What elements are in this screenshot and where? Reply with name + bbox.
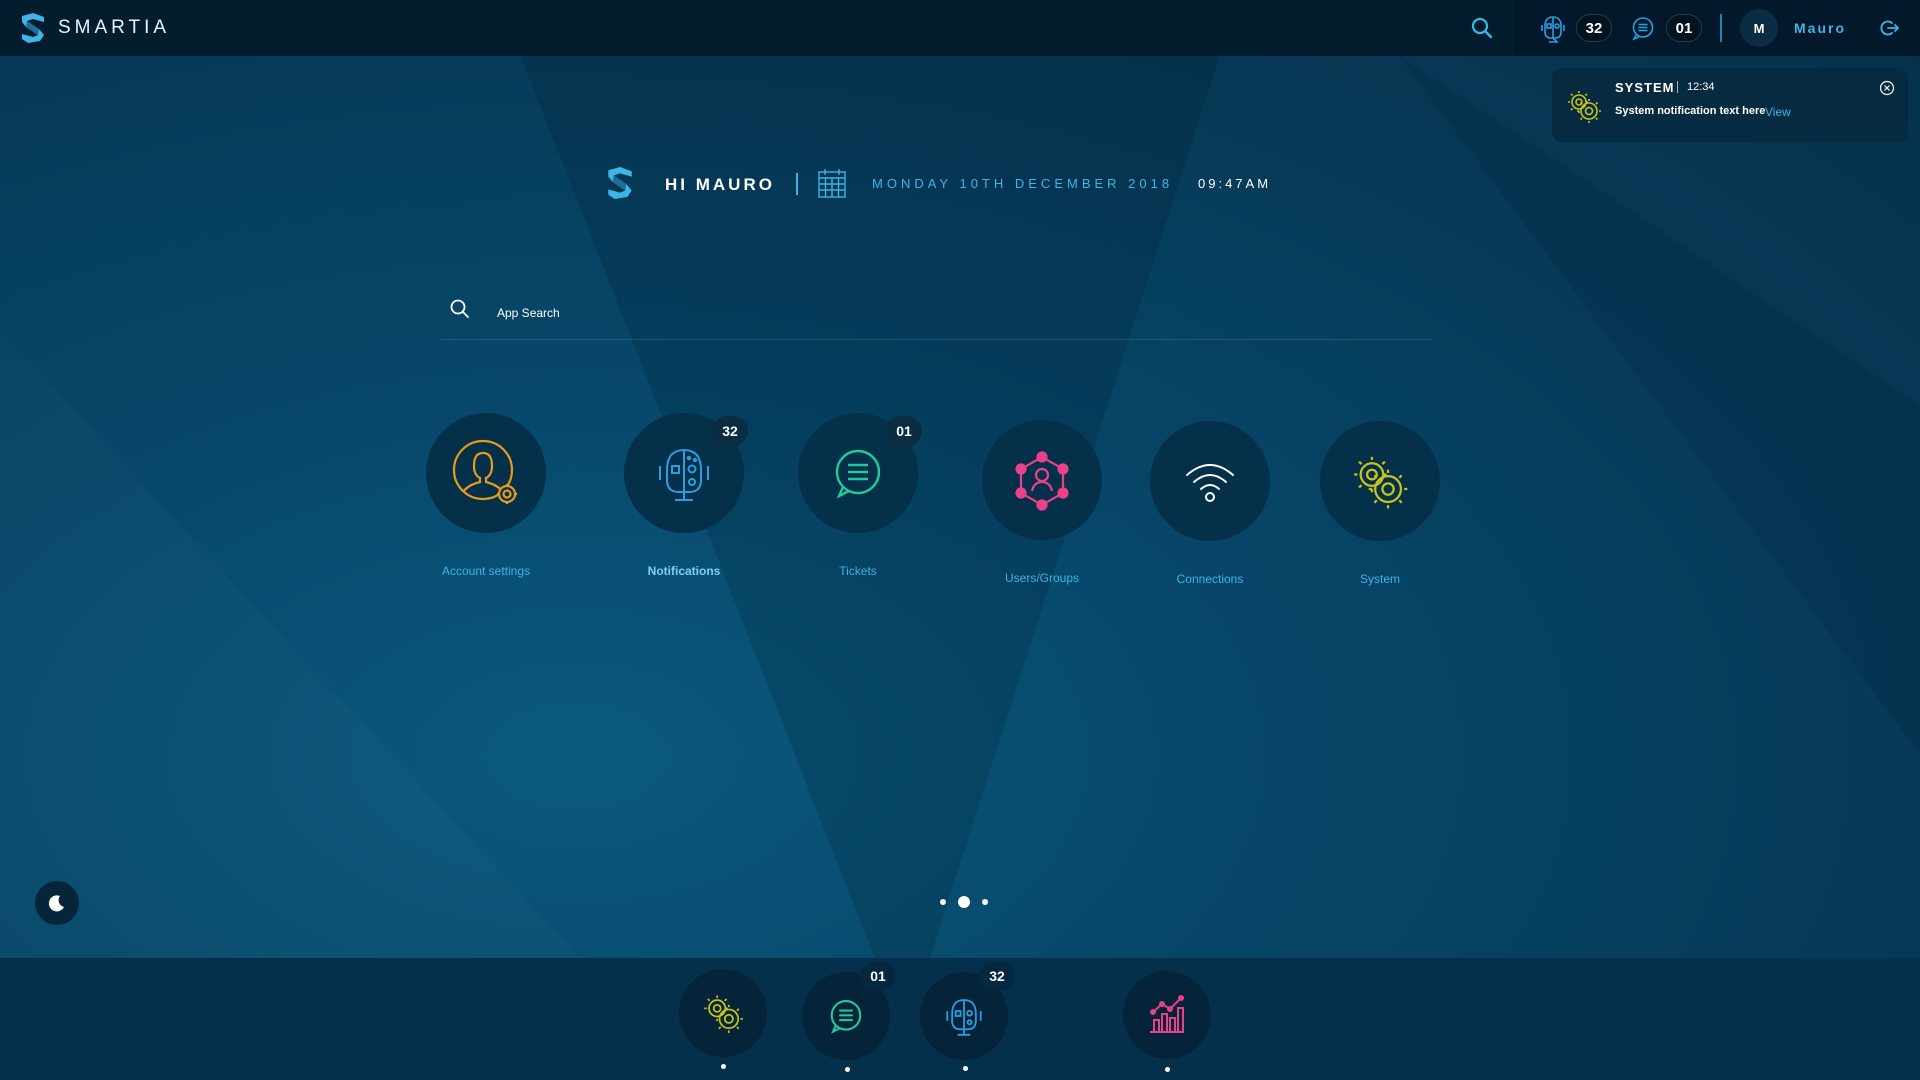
topbar-divider [1720,14,1722,42]
app-notifications-circle[interactable]: 32 [624,413,748,533]
app-search-input[interactable] [497,299,1097,327]
dock: 01 32 [0,958,1920,1080]
notifications-count[interactable]: 32 [1576,14,1612,42]
top-right-panel: 32 01 M Mauro [1514,0,1920,56]
toast-message: System notification text here [1615,105,1766,117]
app-users-groups[interactable]: Users/Groups [952,420,1132,585]
close-icon[interactable] [1879,80,1895,96]
chat-bubble-icon[interactable] [1626,11,1660,45]
app-users-groups-circle[interactable] [982,420,1102,540]
top-bar: SMARTIA 32 01 M Mauro [0,0,1920,56]
page-dot-1[interactable] [940,899,946,905]
wifi-icon [1186,464,1234,502]
smartia-logo-icon [22,13,44,43]
app-notifications[interactable]: 32 Notifications [594,413,774,578]
search-icon[interactable] [1470,16,1494,40]
logout-icon[interactable] [1880,18,1900,38]
app-label: Notifications [647,564,721,578]
page-dot-2[interactable] [958,896,970,908]
gears-icon [1354,456,1408,509]
notifications-badge: 32 [979,962,1015,990]
app-label: Account settings [441,564,531,578]
tickets-badge: 01 [886,416,922,446]
toast-view-link[interactable]: View [1765,105,1791,119]
current-date: MONDAY 10TH DECEMBER 2018 [872,176,1174,191]
app-account-settings[interactable]: Account settings [396,413,576,578]
brand-name: SMARTIA [58,17,171,38]
app-search-bar [441,290,1433,340]
gears-icon [1568,91,1601,123]
page-dot-3[interactable] [982,899,988,905]
account-settings-icon [452,439,517,504]
current-time: 09:47AM [1198,176,1272,191]
app-tickets-circle[interactable]: 01 [798,413,922,533]
toast-separator [1677,81,1678,93]
dock-indicator [1165,1067,1170,1072]
app-label: Connections [1176,572,1244,586]
system-notification-toast: SYSTEM 12:34 System notification text he… [1552,68,1908,142]
moon-icon [48,895,64,912]
gears-icon [704,995,743,1033]
greeting-divider [796,173,798,195]
avatar[interactable]: M [1740,9,1778,47]
dock-item-analytics[interactable] [1123,971,1211,1059]
app-account-settings-circle[interactable] [426,413,546,533]
chat-bubble-icon [830,1000,862,1034]
brand-logo[interactable]: SMARTIA [18,12,170,44]
app-tickets[interactable]: 01 Tickets [768,413,948,578]
greeting-text: HI MAURO [665,175,775,194]
user-name[interactable]: Mauro [1794,20,1846,36]
app-label: Users/Groups [1004,571,1080,585]
dark-mode-toggle[interactable] [35,881,79,925]
app-connections-circle[interactable] [1150,421,1270,541]
tickets-badge: 01 [860,962,896,990]
toast-time: 12:34 [1687,81,1715,93]
search-icon[interactable] [448,297,472,321]
analytics-chart-icon [1150,995,1184,1033]
app-connections[interactable]: Connections [1120,421,1300,586]
app-label: System [1359,572,1400,586]
chat-bubble-icon [835,449,881,499]
app-label: Tickets [839,564,877,578]
tickets-count[interactable]: 01 [1666,14,1702,42]
greeting-bar: HI MAURO MONDAY 10TH DECEMBER 2018 09:47… [604,163,1304,203]
robot-head-icon [659,448,709,501]
smartia-logo-icon [608,167,632,199]
robot-head-icon [946,999,982,1036]
app-system[interactable]: System [1290,421,1470,586]
app-system-circle[interactable] [1320,421,1440,541]
dock-indicator [845,1067,850,1072]
dock-indicator [963,1066,968,1071]
page-indicator [940,896,988,908]
toast-title: SYSTEM [1615,80,1675,95]
dock-item-system[interactable] [679,969,767,1057]
robot-head-icon[interactable] [1536,11,1570,45]
users-network-icon [1015,451,1069,511]
calendar-icon [818,169,846,198]
notifications-badge: 32 [712,416,748,446]
dock-indicator [721,1064,726,1069]
